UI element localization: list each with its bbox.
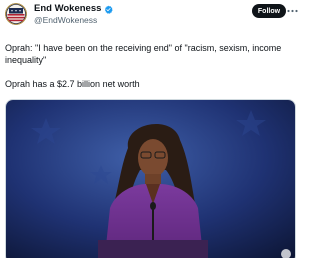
tweet-text: Oprah: "I have been on the receiving end… (5, 42, 295, 90)
tweet-text-line-1: Oprah: "I have been on the receiving end… (5, 43, 282, 65)
author-display-name[interactable]: End Wokeness (34, 3, 101, 14)
author-avatar[interactable] (5, 3, 27, 25)
tweet-card: End Wokeness @EndWokeness Follow Oprah: … (0, 0, 300, 258)
author-name-block: End Wokeness @EndWokeness (34, 3, 114, 26)
author-handle[interactable]: @EndWokeness (34, 15, 113, 26)
tweet-media-photo[interactable] (5, 99, 296, 258)
speaker-photo (6, 100, 295, 258)
flag-seal-icon (5, 3, 27, 25)
verified-badge-icon (104, 4, 114, 14)
follow-button[interactable]: Follow (252, 4, 286, 18)
more-dots-icon[interactable] (287, 6, 298, 16)
tweet-text-line-2: Oprah has a $2.7 billion net worth (5, 79, 140, 89)
